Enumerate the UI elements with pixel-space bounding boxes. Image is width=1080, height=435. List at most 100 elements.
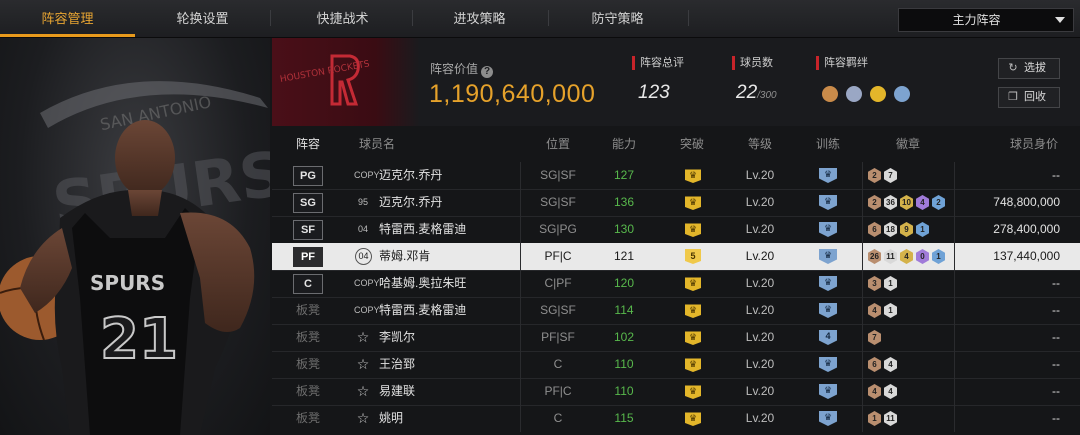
breakthrough-crown-icon[interactable]: ♛ bbox=[685, 331, 701, 345]
badge-hex-icon[interactable]: 1 bbox=[868, 411, 881, 426]
table-row[interactable]: 板凳 ☆ 李凯尔 PF|SF 102 ♛ Lv.20 4 7 -- bbox=[272, 324, 1080, 351]
divider bbox=[954, 378, 955, 405]
bond-icon-4[interactable] bbox=[894, 86, 910, 102]
breakthrough-crown-icon[interactable]: ♛ bbox=[685, 169, 701, 183]
table-row[interactable]: 板凳 ☆ 易建联 PF|C 110 ♛ Lv.20 ♛ 4 4 -- bbox=[272, 378, 1080, 405]
table-row[interactable]: 板凳 ☆ 王治郅 C 110 ♛ Lv.20 ♛ 6 4 -- bbox=[272, 351, 1080, 378]
player-value: -- bbox=[1052, 276, 1060, 290]
badge-hex-icon[interactable]: 1 bbox=[884, 303, 897, 318]
badge-hex-icon[interactable]: 4 bbox=[884, 357, 897, 372]
badge-hex-icon[interactable]: 36 bbox=[884, 195, 897, 210]
training-shield-icon[interactable]: ♛ bbox=[819, 249, 837, 264]
training-shield-icon[interactable]: ♛ bbox=[819, 411, 837, 426]
table-row[interactable]: C COPY 哈基姆.奥拉朱旺 C|PF 120 ♛ Lv.20 ♛ 3 1 -- bbox=[272, 270, 1080, 297]
tab-offense[interactable]: 进攻策略 bbox=[412, 0, 547, 34]
bond-icon-1[interactable] bbox=[822, 86, 838, 102]
player-name[interactable]: 蒂姆.邓肯 bbox=[379, 243, 430, 270]
bond-icon-2[interactable] bbox=[846, 86, 862, 102]
tab-quick-tactics[interactable]: 快捷战术 bbox=[275, 0, 410, 34]
training-shield-icon[interactable]: ♛ bbox=[819, 384, 837, 399]
breakthrough-crown-icon[interactable]: ♛ bbox=[685, 412, 701, 426]
breakthrough-crown-icon[interactable]: ♛ bbox=[685, 385, 701, 399]
lineup-dropdown[interactable]: 主力阵容 bbox=[898, 8, 1074, 32]
training-shield-icon[interactable]: 4 bbox=[819, 330, 837, 345]
player-name[interactable]: 哈基姆.奥拉朱旺 bbox=[379, 270, 466, 297]
training-shield-icon[interactable]: ♛ bbox=[819, 168, 837, 183]
badge-hex-icon[interactable]: 4 bbox=[900, 249, 913, 264]
player-value: -- bbox=[1052, 303, 1060, 317]
breakthrough-crown-icon[interactable]: ♛ bbox=[685, 358, 701, 372]
badge-hex-icon[interactable]: 0 bbox=[916, 249, 929, 264]
badge-hex-icon[interactable]: 9 bbox=[900, 222, 913, 237]
tab-rotation[interactable]: 轮换设置 bbox=[135, 0, 270, 34]
breakthrough-crown-icon[interactable]: ♛ bbox=[685, 304, 701, 318]
col-ability[interactable]: 能力 bbox=[602, 130, 646, 158]
player-name[interactable]: 姚明 bbox=[379, 405, 403, 432]
player-ability: 120 bbox=[613, 276, 635, 290]
badge-hex-icon[interactable]: 4 bbox=[884, 384, 897, 399]
badge-hex-icon[interactable]: 4 bbox=[916, 195, 929, 210]
badge-hex-icon[interactable]: 2 bbox=[932, 195, 945, 210]
col-player[interactable]: 球员名 bbox=[352, 130, 402, 158]
player-name[interactable]: 迈克尔.乔丹 bbox=[379, 189, 442, 216]
badge-hex-icon[interactable]: 26 bbox=[868, 249, 881, 264]
tab-lineup[interactable]: 阵容管理 bbox=[0, 0, 135, 34]
table-row[interactable]: PF 04 蒂姆.邓肯 PF|C 121 5 Lv.20 ♛ 26 11 4 0 1 137,440,00… bbox=[272, 243, 1080, 270]
training-shield-icon[interactable]: ♛ bbox=[819, 357, 837, 372]
badge-hex-icon[interactable]: 1 bbox=[884, 276, 897, 291]
player-name[interactable]: 李凯尔 bbox=[379, 324, 415, 351]
breakthrough-crown-icon[interactable]: 5 bbox=[685, 249, 701, 264]
col-value[interactable]: 球员身价 bbox=[1002, 130, 1066, 158]
badge-hex-icon[interactable]: 11 bbox=[884, 249, 897, 264]
table-row[interactable]: SF 04 特雷西.麦格雷迪 SG|PG 130 ♛ Lv.20 ♛ 6 18 9 1 278,400,… bbox=[272, 216, 1080, 243]
badge-hex-icon[interactable]: 2 bbox=[868, 195, 881, 210]
col-slot[interactable]: 阵容 bbox=[286, 130, 330, 158]
col-level[interactable]: 等级 bbox=[738, 130, 782, 158]
badge-hex-icon[interactable]: 18 bbox=[884, 222, 897, 237]
training-shield-icon[interactable]: ♛ bbox=[819, 195, 837, 210]
player-name[interactable]: 易建联 bbox=[379, 378, 415, 405]
col-breakthrough[interactable]: 突破 bbox=[670, 130, 714, 158]
training-shield-icon[interactable]: ♛ bbox=[819, 303, 837, 318]
badge-hex-icon[interactable]: 7 bbox=[868, 330, 881, 345]
badge-hex-icon[interactable]: 11 bbox=[884, 411, 897, 426]
player-ability: 110 bbox=[614, 357, 634, 371]
badge-hex-icon[interactable]: 6 bbox=[868, 357, 881, 372]
team-bonds-stat: 阵容羁绊 bbox=[816, 56, 868, 70]
col-training[interactable]: 训练 bbox=[806, 130, 850, 158]
breakthrough-crown-icon[interactable]: ♛ bbox=[685, 196, 701, 210]
badge-hex-icon[interactable]: 10 bbox=[900, 195, 913, 210]
table-row[interactable]: 板凳 COPY 特雷西.麦格雷迪 SG|SF 114 ♛ Lv.20 ♛ 4 1 -- bbox=[272, 297, 1080, 324]
recycle-button[interactable]: ❐ 回收 bbox=[998, 87, 1060, 108]
divider bbox=[520, 216, 521, 243]
badge-hex-icon[interactable]: 7 bbox=[884, 168, 897, 183]
player-name[interactable]: 特雷西.麦格雷迪 bbox=[379, 216, 466, 243]
badge-hex-icon[interactable]: 4 bbox=[868, 384, 881, 399]
training-shield-icon[interactable]: ♛ bbox=[819, 222, 837, 237]
slot-bench: 板凳 bbox=[295, 330, 320, 344]
table-row[interactable]: SG 95 迈克尔.乔丹 SG|SF 136 ♛ Lv.20 ♛ 2 36 10 4 2 748,800,… bbox=[272, 189, 1080, 216]
badge-hex-icon[interactable]: 4 bbox=[868, 303, 881, 318]
player-name[interactable]: 迈克尔.乔丹 bbox=[379, 162, 442, 189]
breakthrough-crown-icon[interactable]: ♛ bbox=[685, 223, 701, 237]
badge-hex-icon[interactable]: 3 bbox=[868, 276, 881, 291]
slot-position: SF bbox=[293, 220, 323, 240]
player-name[interactable]: 王治郅 bbox=[379, 351, 415, 378]
badge-hex-icon[interactable]: 2 bbox=[868, 168, 881, 183]
table-row[interactable]: 板凳 ☆ 姚明 C 115 ♛ Lv.20 ♛ 1 11 -- bbox=[272, 405, 1080, 432]
player-position: SG|PG bbox=[539, 222, 577, 236]
breakthrough-crown-icon[interactable]: ♛ bbox=[685, 277, 701, 291]
col-position[interactable]: 位置 bbox=[528, 130, 588, 158]
table-row[interactable]: PG COPY 迈克尔.乔丹 SG|SF 127 ♛ Lv.20 ♛ 2 7 -- bbox=[272, 162, 1080, 189]
recycle-button-label: 回收 bbox=[1024, 91, 1046, 103]
help-icon[interactable]: ? bbox=[481, 66, 494, 78]
training-shield-icon[interactable]: ♛ bbox=[819, 276, 837, 291]
player-name[interactable]: 特雷西.麦格雷迪 bbox=[379, 297, 466, 324]
badge-hex-icon[interactable]: 1 bbox=[932, 249, 945, 264]
bond-icon-3[interactable] bbox=[870, 86, 886, 102]
tab-defense[interactable]: 防守策略 bbox=[550, 0, 685, 34]
badge-hex-icon[interactable]: 1 bbox=[916, 222, 929, 237]
col-badges[interactable]: 徽章 bbox=[886, 130, 930, 158]
badge-hex-icon[interactable]: 6 bbox=[868, 222, 881, 237]
select-button[interactable]: ↻ 选拔 bbox=[998, 58, 1060, 79]
